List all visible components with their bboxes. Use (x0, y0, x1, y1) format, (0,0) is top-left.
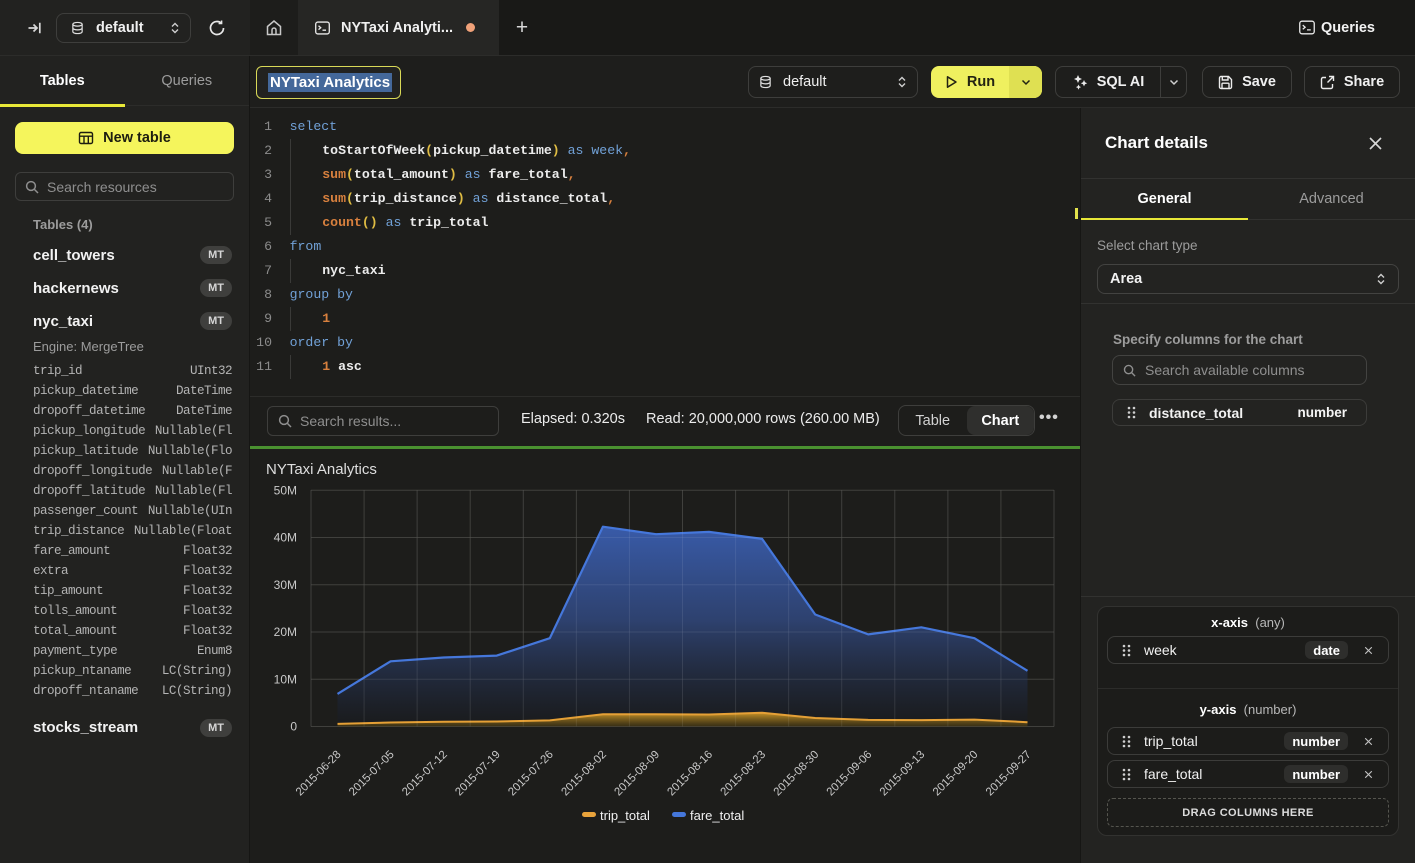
svg-text:2015-06-28: 2015-06-28 (294, 749, 344, 799)
svg-text:0: 0 (290, 720, 297, 734)
svg-text:2015-08-23: 2015-08-23 (719, 749, 769, 799)
svg-text:10M: 10M (274, 672, 297, 686)
svg-text:2015-07-05: 2015-07-05 (347, 749, 397, 799)
svg-text:NYTaxi Analytics: NYTaxi Analytics (266, 461, 377, 478)
svg-text:2015-07-19: 2015-07-19 (453, 749, 503, 799)
svg-text:2015-09-13: 2015-09-13 (878, 749, 928, 799)
svg-text:trip_total: trip_total (600, 808, 650, 823)
svg-text:30M: 30M (274, 578, 297, 592)
svg-text:2015-07-12: 2015-07-12 (400, 749, 450, 799)
svg-text:2015-07-26: 2015-07-26 (506, 749, 556, 799)
svg-text:2015-09-06: 2015-09-06 (825, 749, 875, 799)
svg-text:2015-09-20: 2015-09-20 (931, 749, 981, 799)
svg-text:2015-08-16: 2015-08-16 (665, 749, 715, 799)
svg-text:2015-08-09: 2015-08-09 (612, 749, 662, 799)
svg-text:50M: 50M (274, 483, 297, 497)
svg-text:2015-08-30: 2015-08-30 (772, 749, 822, 799)
svg-text:2015-09-27: 2015-09-27 (984, 749, 1034, 799)
svg-text:20M: 20M (274, 625, 297, 639)
svg-text:40M: 40M (274, 531, 297, 545)
svg-text:fare_total: fare_total (690, 808, 744, 823)
svg-text:2015-08-02: 2015-08-02 (559, 749, 609, 799)
